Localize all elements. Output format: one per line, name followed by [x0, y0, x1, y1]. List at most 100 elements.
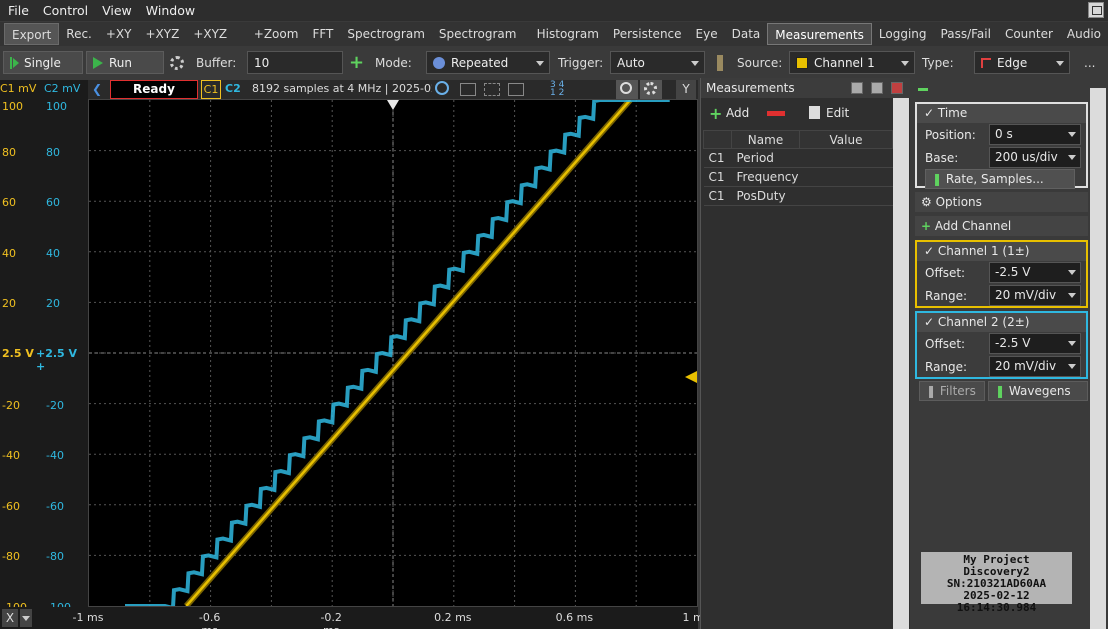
edge-icon — [981, 57, 991, 68]
menu-file[interactable]: File — [0, 3, 35, 18]
c2-offset-marker[interactable]: +2.5 V + — [36, 347, 88, 373]
x-tick-label: 0.2 ms — [434, 611, 472, 624]
y-axis-button[interactable]: Y — [676, 80, 696, 99]
tab-xy[interactable]: +XY — [99, 23, 139, 45]
wavegens-label: Wavegens — [1008, 384, 1071, 398]
time-header[interactable]: ✓ Time — [917, 104, 1086, 123]
wavegens-icon: ❚ — [995, 384, 1006, 398]
position-input[interactable]: 0 s — [989, 124, 1081, 145]
tab-audio[interactable]: Audio — [1060, 23, 1108, 45]
wavegens-button[interactable]: ❚ Wavegens — [988, 381, 1088, 401]
tab-measurements[interactable]: Measurements — [767, 23, 872, 45]
channel1-header[interactable]: ✓ Channel 1 (1±) — [917, 242, 1086, 261]
tab-data[interactable]: Data — [725, 23, 768, 45]
add-measurement-button[interactable]: Add — [726, 106, 749, 120]
collapse-icon[interactable] — [918, 88, 928, 91]
chevron-down-icon[interactable] — [20, 609, 32, 627]
tab-counter[interactable]: Counter — [998, 23, 1060, 45]
mode-value: Repeated — [451, 55, 509, 70]
tab-xyz-3d[interactable]: +XYZ 3D — [186, 23, 246, 63]
settings-scrollbar[interactable] — [1090, 88, 1106, 629]
add-channel-button[interactable]: + Add Channel — [915, 216, 1088, 236]
tab-rec[interactable]: Rec. — [59, 23, 99, 45]
source-select[interactable]: Channel 1 — [789, 51, 915, 74]
sort-numeric-icon[interactable]: 3 41 2 — [550, 81, 564, 98]
close-icon[interactable] — [891, 82, 903, 94]
menu-view[interactable]: View — [94, 3, 138, 18]
c2-y-tick-label: 40 — [46, 246, 60, 260]
base-input[interactable]: 200 us/div — [989, 147, 1081, 168]
single-button[interactable]: Single — [3, 51, 83, 74]
tab-eye[interactable]: Eye — [689, 23, 725, 45]
channel1-range-value: 20 mV/div — [995, 288, 1057, 302]
single-icon — [10, 56, 19, 69]
channel2-offset-input[interactable]: -2.5 V — [989, 333, 1081, 354]
c1-offset-marker[interactable]: 2.5 V — [2, 347, 34, 360]
channel2-header[interactable]: ✓ Channel 2 (2±) — [917, 313, 1086, 332]
c2-tag[interactable]: C2 — [225, 82, 241, 95]
offset-label: Offset: — [925, 265, 966, 280]
menu-bar: File Control View Window — [0, 0, 1108, 21]
more-options[interactable]: ... — [1084, 51, 1095, 74]
trigger-tool-icon[interactable] — [713, 51, 727, 74]
trigger-type-select[interactable]: Edge — [974, 51, 1070, 74]
filters-label: Filters — [939, 384, 976, 398]
pan-icon[interactable] — [508, 83, 524, 96]
c2-y-tick-label: -60 — [46, 499, 64, 513]
zoom-icon[interactable] — [435, 81, 449, 95]
row-name: PosDuty — [731, 186, 800, 206]
minimize-icon[interactable] — [851, 82, 863, 94]
measurements-table: Name Value C1 Period C1 Frequency C1 Pos… — [703, 130, 893, 206]
buffer-input[interactable]: 10 — [247, 51, 343, 74]
trigger-select[interactable]: Auto — [610, 51, 705, 74]
channel1-offset-input[interactable]: -2.5 V — [989, 262, 1081, 283]
tab-logging[interactable]: Logging — [872, 23, 934, 45]
row-name: Frequency — [731, 167, 800, 187]
tab-spectrogram-3d[interactable]: Spectrogram 3D — [432, 23, 530, 63]
tab-zoom[interactable]: +Zoom — [247, 23, 306, 45]
tab-fft[interactable]: FFT — [305, 23, 340, 45]
table-row[interactable]: C1 Period — [703, 148, 893, 168]
channel2-range-input[interactable]: 20 mV/div — [989, 356, 1081, 377]
measurements-scrollbar[interactable] — [893, 98, 909, 629]
zoom-box-icon[interactable] — [484, 83, 500, 96]
c2-y-tick-label: 80 — [46, 145, 60, 159]
menu-control[interactable]: Control — [35, 3, 94, 18]
fit-icon[interactable] — [460, 83, 476, 96]
edit-measurement-button[interactable]: Edit — [826, 106, 849, 120]
rate-samples-button[interactable]: ❚ Rate, Samples... — [925, 169, 1075, 189]
tab-persistence[interactable]: Persistence — [606, 23, 689, 45]
table-row[interactable]: C1 Frequency — [703, 167, 893, 187]
menu-window[interactable]: Window — [138, 3, 201, 18]
run-button[interactable]: Run — [86, 51, 164, 74]
tab-histogram[interactable]: Histogram — [530, 23, 606, 45]
acquisition-info: 8192 samples at 4 MHz | 2025-02 — [252, 82, 432, 95]
collapse-left-icon[interactable]: ❮ — [92, 82, 104, 96]
mode-select[interactable]: Repeated — [426, 51, 550, 74]
x-tick-label: 0.6 ms — [555, 611, 594, 624]
settings-gear-icon[interactable] — [640, 80, 662, 99]
c1-tag[interactable]: C1 — [201, 80, 221, 99]
remove-icon[interactable] — [767, 111, 785, 116]
zoom-search-icon[interactable] — [616, 80, 638, 99]
filters-button[interactable]: ❚ Filters — [919, 381, 985, 401]
tab-spectrogram[interactable]: Spectrogram — [340, 23, 432, 45]
trigger-label: Trigger: — [558, 55, 604, 70]
oscilloscope-plot[interactable] — [88, 98, 698, 611]
table-row[interactable]: C1 PosDuty — [703, 186, 893, 206]
channel1-range-input[interactable]: 20 mV/div — [989, 285, 1081, 306]
tab-xyz[interactable]: +XYZ — [138, 23, 186, 45]
window-restore-icon[interactable] — [1088, 2, 1104, 18]
tab-pass-fail[interactable]: Pass/Fail — [934, 23, 998, 45]
c1-y-tick-label: 40 — [2, 246, 16, 260]
repeat-icon — [433, 56, 445, 69]
offset-label: Offset: — [925, 336, 966, 351]
status-badge: Ready — [110, 80, 198, 99]
close-button[interactable]: X — [2, 609, 18, 627]
add-icon[interactable]: + — [349, 51, 364, 74]
buffer-settings-icon[interactable] — [170, 51, 184, 74]
add-icon[interactable]: + — [709, 104, 722, 123]
tab-export[interactable]: Export — [4, 23, 60, 45]
maximize-icon[interactable] — [871, 82, 883, 94]
options-button[interactable]: ⚙ Options — [915, 192, 1088, 212]
